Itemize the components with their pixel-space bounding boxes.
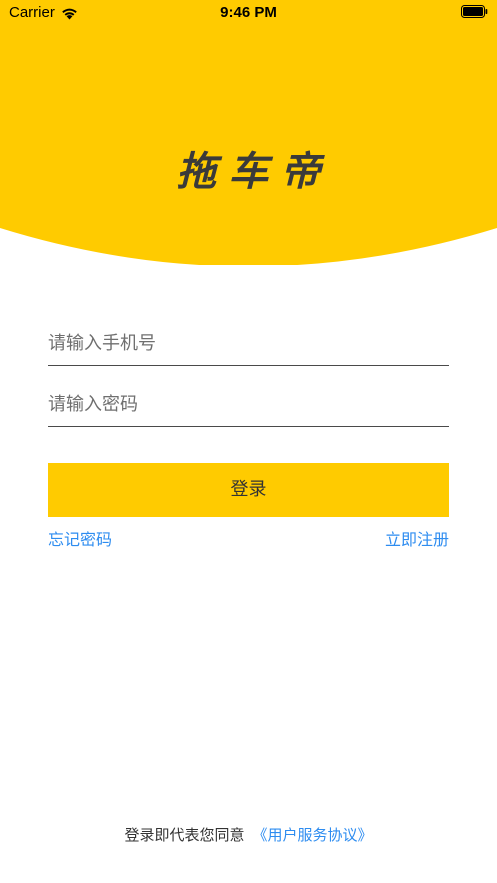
phone-field (48, 322, 449, 366)
login-button[interactable]: 登录 (48, 463, 449, 517)
status-time: 9:46 PM (220, 4, 277, 21)
battery-icon (461, 5, 488, 18)
status-bar: Carrier 9:46 PM (0, 0, 497, 26)
header-background (0, 0, 497, 265)
agreement-notice: 登录即代表您同意 《用户服务协议》 (0, 823, 497, 847)
agreement-text: 登录即代表您同意 (124, 826, 245, 844)
forgot-password-link[interactable]: 忘记密码 (48, 528, 112, 552)
password-input[interactable] (48, 383, 449, 425)
app-logo: 拖车帝 (176, 148, 333, 195)
register-link[interactable]: 立即注册 (385, 528, 449, 552)
password-field (48, 383, 449, 427)
user-agreement-link[interactable]: 《用户服务协议》 (253, 826, 373, 844)
phone-input[interactable] (48, 322, 449, 364)
